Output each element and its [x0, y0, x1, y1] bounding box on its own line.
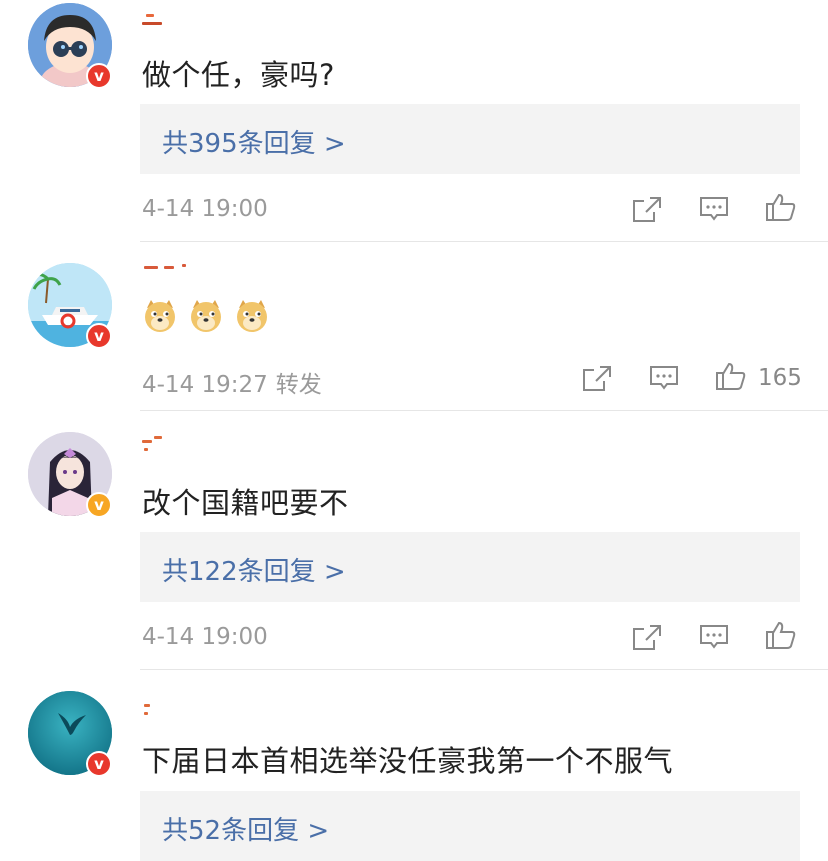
divider: [140, 241, 828, 242]
username-redacted[interactable]: [142, 692, 202, 715]
verified-badge-icon: v: [86, 323, 112, 349]
username-redacted[interactable]: [142, 262, 202, 284]
verified-badge-icon: v: [86, 63, 112, 89]
replies-count[interactable]: 共52条回复 >: [162, 810, 329, 847]
verified-badge-icon: v: [86, 751, 112, 777]
share-icon[interactable]: [580, 363, 614, 393]
like-icon[interactable]: [764, 192, 798, 222]
replies-count[interactable]: 共395条回复 >: [162, 123, 346, 160]
forward-label[interactable]: 转发: [276, 372, 322, 398]
comment-item: v 做个任，豪吗? 共395条回复 > 4-14 19:00: [0, 0, 828, 242]
like-count: 165: [758, 365, 802, 391]
comment-icon[interactable]: [697, 622, 731, 652]
comment-text: 改个国籍吧要不: [142, 486, 349, 520]
like-icon[interactable]: [764, 620, 798, 650]
like-icon[interactable]: [714, 361, 748, 391]
comment-icon[interactable]: [697, 194, 731, 224]
divider: [140, 410, 828, 411]
divider: [140, 669, 828, 670]
doge-emoji-icon: [191, 300, 221, 332]
replies-link[interactable]: 共52条回复 >: [140, 791, 800, 861]
comment-text: 做个任，豪吗?: [142, 58, 335, 92]
doge-emoji-icon: [237, 300, 267, 332]
comment-time: 4-14 19:00: [142, 624, 268, 650]
verified-badge-icon: v: [86, 492, 112, 518]
username-redacted[interactable]: [142, 10, 202, 32]
replies-count[interactable]: 共122条回复 >: [162, 551, 346, 588]
username-redacted[interactable]: [142, 434, 202, 456]
comment-time: 4-14 19:00: [142, 196, 268, 222]
comment-time: 4-14 19:27 转发: [142, 372, 322, 398]
comment-emojis: [142, 298, 272, 338]
doge-emoji-icon: [145, 300, 175, 332]
replies-link[interactable]: 共122条回复 >: [140, 532, 800, 602]
replies-link[interactable]: 共395条回复 >: [140, 104, 800, 174]
share-icon[interactable]: [630, 622, 664, 652]
share-icon[interactable]: [630, 194, 664, 224]
comment-icon[interactable]: [647, 363, 681, 393]
comment-text: 下届日本首相选举没任豪我第一个不服气: [142, 744, 674, 778]
